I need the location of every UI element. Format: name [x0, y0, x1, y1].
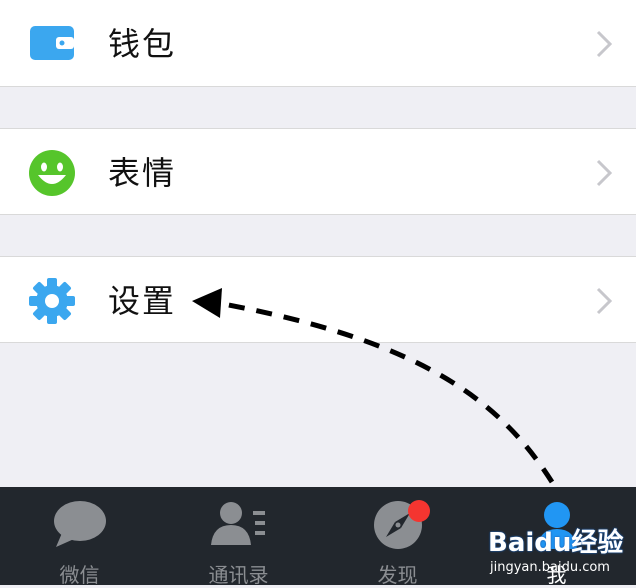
- menu-item-settings[interactable]: 设置: [0, 256, 636, 343]
- wallet-icon: [30, 26, 74, 60]
- smiley-icon: [29, 150, 75, 196]
- watermark-url: jingyan.baidu.com: [490, 560, 610, 575]
- notification-badge: [408, 500, 430, 522]
- watermark-brand: Baidu经验: [488, 528, 624, 558]
- menu-item-wallet[interactable]: 钱包: [0, 0, 636, 87]
- menu-item-label: 表情: [108, 154, 177, 192]
- tab-label: 发现: [377, 563, 418, 587]
- chevron-right-icon: [596, 287, 612, 315]
- menu-item-label: 设置: [108, 282, 177, 320]
- tab-chats[interactable]: 微信: [0, 487, 159, 587]
- tab-label: 微信: [59, 563, 100, 587]
- baidu-watermark: Baidu经验 jingyan.baidu.com: [488, 520, 628, 582]
- chat-bubble-icon: [53, 501, 106, 547]
- tab-label: 通讯录: [208, 563, 269, 587]
- chevron-right-icon: [596, 159, 612, 187]
- gear-icon: [29, 278, 75, 324]
- tab-contacts[interactable]: 通讯录: [159, 487, 318, 587]
- tab-discover[interactable]: 发现: [318, 487, 477, 587]
- chevron-right-icon: [596, 30, 612, 58]
- menu-item-label: 钱包: [108, 25, 177, 63]
- contacts-icon: [210, 502, 265, 545]
- menu-item-emoji[interactable]: 表情: [0, 128, 636, 215]
